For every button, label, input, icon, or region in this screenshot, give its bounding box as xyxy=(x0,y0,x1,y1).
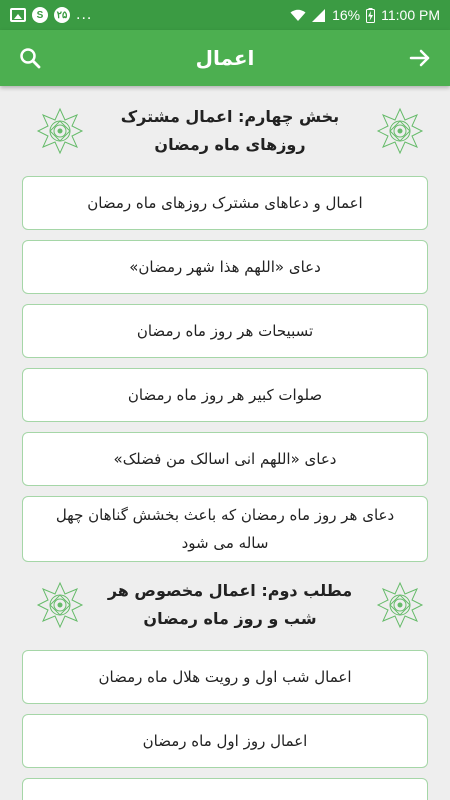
list-item[interactable]: دعای هر روز ماه رمضان که باعث بخشش گناها… xyxy=(22,496,428,562)
clock: 11:00 PM xyxy=(381,7,440,23)
wifi-icon xyxy=(290,9,306,22)
section-title-line: شب و روز ماه رمضان xyxy=(143,609,317,628)
ornament-icon xyxy=(376,581,424,629)
skype-icon: S xyxy=(32,7,48,23)
list-item[interactable]: اعمال شب اول و رویت هلال ماه رمضان xyxy=(22,650,428,704)
badge-icon: ۲۵ xyxy=(54,7,70,23)
section-title-line: مطلب دوم: اعمال مخصوص هر xyxy=(107,581,353,600)
status-bar: S ۲۵ ... 16% 11:00 PM xyxy=(0,0,450,30)
list-item[interactable]: اعمال روز اول ماه رمضان xyxy=(22,714,428,768)
back-button[interactable] xyxy=(404,42,436,74)
section-title: بخش چهارم: اعمال مشترک روزهای ماه رمضان xyxy=(84,103,376,159)
status-left: S ۲۵ ... xyxy=(10,6,92,24)
list-item[interactable]: اعمال و دعاهای مشترک روزهای ماه رمضان xyxy=(22,176,428,230)
battery-percent: 16% xyxy=(332,7,361,23)
signal-icon xyxy=(312,8,326,22)
section-header: بخش چهارم: اعمال مشترک روزهای ماه رمضان xyxy=(0,100,450,162)
ornament-icon xyxy=(376,107,424,155)
app-bar: اعمال xyxy=(0,30,450,86)
list-item[interactable]: تسبیحات هر روز ماه رمضان xyxy=(22,304,428,358)
image-notification-icon xyxy=(10,8,26,22)
more-notifications-icon: ... xyxy=(76,6,93,23)
content-list[interactable]: بخش چهارم: اعمال مشترک روزهای ماه رمضان … xyxy=(0,86,450,800)
battery-charging-icon xyxy=(366,7,376,23)
list-item[interactable]: دعای «اللهم انی اسالک من فضلک» xyxy=(22,432,428,486)
ornament-icon xyxy=(36,581,84,629)
list-item[interactable]: صلوات کبیر هر روز ماه رمضان xyxy=(22,368,428,422)
page-title: اعمال xyxy=(195,46,255,70)
status-right: 16% 11:00 PM xyxy=(290,7,440,23)
section-title: مطلب دوم: اعمال مخصوص هر شب و روز ماه رم… xyxy=(84,577,376,633)
section-header: مطلب دوم: اعمال مخصوص هر شب و روز ماه رم… xyxy=(0,574,450,636)
search-icon xyxy=(20,48,41,69)
search-button[interactable] xyxy=(14,42,46,74)
section-title-line: بخش چهارم: اعمال مشترک xyxy=(120,107,340,126)
list-item[interactable]: دعای «اللهم هذا شهر رمضان» xyxy=(22,240,428,294)
arrow-right-icon xyxy=(409,49,430,67)
section-title-line: روزهای ماه رمضان xyxy=(154,135,306,154)
list-item[interactable] xyxy=(22,778,428,800)
ornament-icon xyxy=(36,107,84,155)
